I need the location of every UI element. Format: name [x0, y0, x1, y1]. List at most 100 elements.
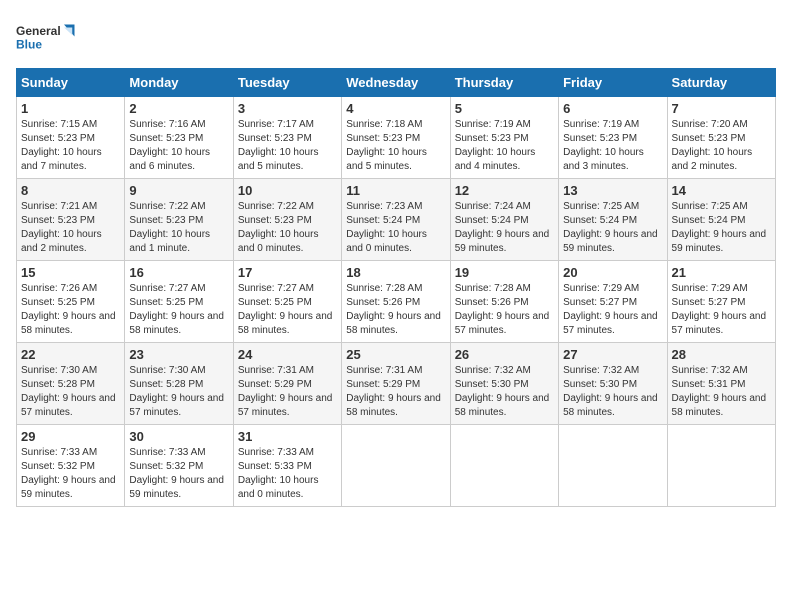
- day-number: 4: [346, 101, 445, 116]
- day-number: 22: [21, 347, 120, 362]
- day-number: 9: [129, 183, 228, 198]
- calendar-cell: 31 Sunrise: 7:33 AMSunset: 5:33 PMDaylig…: [233, 425, 341, 507]
- calendar-cell: 3 Sunrise: 7:17 AMSunset: 5:23 PMDayligh…: [233, 97, 341, 179]
- calendar-cell: 24 Sunrise: 7:31 AMSunset: 5:29 PMDaylig…: [233, 343, 341, 425]
- calendar-cell: 30 Sunrise: 7:33 AMSunset: 5:32 PMDaylig…: [125, 425, 233, 507]
- day-number: 20: [563, 265, 662, 280]
- day-info: Sunrise: 7:15 AMSunset: 5:23 PMDaylight:…: [21, 119, 102, 172]
- day-number: 19: [455, 265, 554, 280]
- day-info: Sunrise: 7:30 AMSunset: 5:28 PMDaylight:…: [21, 365, 116, 418]
- calendar-week-2: 8 Sunrise: 7:21 AMSunset: 5:23 PMDayligh…: [17, 179, 776, 261]
- day-number: 15: [21, 265, 120, 280]
- day-info: Sunrise: 7:25 AMSunset: 5:24 PMDaylight:…: [672, 201, 767, 254]
- calendar-cell: 10 Sunrise: 7:22 AMSunset: 5:23 PMDaylig…: [233, 179, 341, 261]
- calendar-cell: 25 Sunrise: 7:31 AMSunset: 5:29 PMDaylig…: [342, 343, 450, 425]
- day-info: Sunrise: 7:28 AMSunset: 5:26 PMDaylight:…: [346, 283, 441, 336]
- calendar-cell: [450, 425, 558, 507]
- day-info: Sunrise: 7:16 AMSunset: 5:23 PMDaylight:…: [129, 119, 210, 172]
- day-info: Sunrise: 7:28 AMSunset: 5:26 PMDaylight:…: [455, 283, 550, 336]
- day-number: 25: [346, 347, 445, 362]
- day-number: 26: [455, 347, 554, 362]
- col-header-friday: Friday: [559, 69, 667, 97]
- day-number: 3: [238, 101, 337, 116]
- day-info: Sunrise: 7:17 AMSunset: 5:23 PMDaylight:…: [238, 119, 319, 172]
- logo: General Blue: [16, 16, 76, 60]
- calendar-week-4: 22 Sunrise: 7:30 AMSunset: 5:28 PMDaylig…: [17, 343, 776, 425]
- calendar-week-5: 29 Sunrise: 7:33 AMSunset: 5:32 PMDaylig…: [17, 425, 776, 507]
- day-number: 7: [672, 101, 771, 116]
- calendar-cell: 14 Sunrise: 7:25 AMSunset: 5:24 PMDaylig…: [667, 179, 775, 261]
- day-number: 11: [346, 183, 445, 198]
- calendar-cell: 16 Sunrise: 7:27 AMSunset: 5:25 PMDaylig…: [125, 261, 233, 343]
- day-info: Sunrise: 7:19 AMSunset: 5:23 PMDaylight:…: [455, 119, 536, 172]
- day-number: 18: [346, 265, 445, 280]
- day-number: 12: [455, 183, 554, 198]
- calendar-cell: [342, 425, 450, 507]
- calendar-cell: 7 Sunrise: 7:20 AMSunset: 5:23 PMDayligh…: [667, 97, 775, 179]
- calendar-cell: 17 Sunrise: 7:27 AMSunset: 5:25 PMDaylig…: [233, 261, 341, 343]
- day-info: Sunrise: 7:19 AMSunset: 5:23 PMDaylight:…: [563, 119, 644, 172]
- calendar-cell: 21 Sunrise: 7:29 AMSunset: 5:27 PMDaylig…: [667, 261, 775, 343]
- col-header-thursday: Thursday: [450, 69, 558, 97]
- day-number: 14: [672, 183, 771, 198]
- day-number: 28: [672, 347, 771, 362]
- calendar-week-3: 15 Sunrise: 7:26 AMSunset: 5:25 PMDaylig…: [17, 261, 776, 343]
- day-number: 10: [238, 183, 337, 198]
- day-info: Sunrise: 7:31 AMSunset: 5:29 PMDaylight:…: [346, 365, 441, 418]
- day-number: 13: [563, 183, 662, 198]
- day-info: Sunrise: 7:27 AMSunset: 5:25 PMDaylight:…: [238, 283, 333, 336]
- day-number: 5: [455, 101, 554, 116]
- day-info: Sunrise: 7:18 AMSunset: 5:23 PMDaylight:…: [346, 119, 427, 172]
- col-header-saturday: Saturday: [667, 69, 775, 97]
- calendar-cell: 22 Sunrise: 7:30 AMSunset: 5:28 PMDaylig…: [17, 343, 125, 425]
- day-number: 1: [21, 101, 120, 116]
- day-info: Sunrise: 7:33 AMSunset: 5:32 PMDaylight:…: [129, 447, 224, 500]
- day-info: Sunrise: 7:26 AMSunset: 5:25 PMDaylight:…: [21, 283, 116, 336]
- day-info: Sunrise: 7:33 AMSunset: 5:33 PMDaylight:…: [238, 447, 319, 500]
- day-info: Sunrise: 7:27 AMSunset: 5:25 PMDaylight:…: [129, 283, 224, 336]
- day-info: Sunrise: 7:31 AMSunset: 5:29 PMDaylight:…: [238, 365, 333, 418]
- calendar-week-1: 1 Sunrise: 7:15 AMSunset: 5:23 PMDayligh…: [17, 97, 776, 179]
- col-header-tuesday: Tuesday: [233, 69, 341, 97]
- col-header-wednesday: Wednesday: [342, 69, 450, 97]
- day-info: Sunrise: 7:32 AMSunset: 5:30 PMDaylight:…: [455, 365, 550, 418]
- day-info: Sunrise: 7:29 AMSunset: 5:27 PMDaylight:…: [672, 283, 767, 336]
- day-info: Sunrise: 7:23 AMSunset: 5:24 PMDaylight:…: [346, 201, 427, 254]
- calendar-cell: 27 Sunrise: 7:32 AMSunset: 5:30 PMDaylig…: [559, 343, 667, 425]
- calendar-cell: 29 Sunrise: 7:33 AMSunset: 5:32 PMDaylig…: [17, 425, 125, 507]
- day-info: Sunrise: 7:29 AMSunset: 5:27 PMDaylight:…: [563, 283, 658, 336]
- calendar-cell: 19 Sunrise: 7:28 AMSunset: 5:26 PMDaylig…: [450, 261, 558, 343]
- day-info: Sunrise: 7:24 AMSunset: 5:24 PMDaylight:…: [455, 201, 550, 254]
- calendar-cell: 4 Sunrise: 7:18 AMSunset: 5:23 PMDayligh…: [342, 97, 450, 179]
- calendar-cell: 2 Sunrise: 7:16 AMSunset: 5:23 PMDayligh…: [125, 97, 233, 179]
- calendar-cell: 5 Sunrise: 7:19 AMSunset: 5:23 PMDayligh…: [450, 97, 558, 179]
- day-info: Sunrise: 7:33 AMSunset: 5:32 PMDaylight:…: [21, 447, 116, 500]
- day-number: 8: [21, 183, 120, 198]
- day-number: 23: [129, 347, 228, 362]
- day-number: 16: [129, 265, 228, 280]
- day-number: 21: [672, 265, 771, 280]
- calendar-cell: 6 Sunrise: 7:19 AMSunset: 5:23 PMDayligh…: [559, 97, 667, 179]
- calendar-table: SundayMondayTuesdayWednesdayThursdayFrid…: [16, 68, 776, 507]
- calendar-cell: 28 Sunrise: 7:32 AMSunset: 5:31 PMDaylig…: [667, 343, 775, 425]
- page-header: General Blue: [16, 16, 776, 60]
- day-info: Sunrise: 7:21 AMSunset: 5:23 PMDaylight:…: [21, 201, 102, 254]
- calendar-cell: 1 Sunrise: 7:15 AMSunset: 5:23 PMDayligh…: [17, 97, 125, 179]
- day-number: 17: [238, 265, 337, 280]
- day-number: 27: [563, 347, 662, 362]
- calendar-cell: 26 Sunrise: 7:32 AMSunset: 5:30 PMDaylig…: [450, 343, 558, 425]
- calendar-cell: 15 Sunrise: 7:26 AMSunset: 5:25 PMDaylig…: [17, 261, 125, 343]
- calendar-cell: 18 Sunrise: 7:28 AMSunset: 5:26 PMDaylig…: [342, 261, 450, 343]
- day-info: Sunrise: 7:32 AMSunset: 5:31 PMDaylight:…: [672, 365, 767, 418]
- day-info: Sunrise: 7:22 AMSunset: 5:23 PMDaylight:…: [238, 201, 319, 254]
- svg-text:General: General: [16, 24, 61, 38]
- calendar-cell: 20 Sunrise: 7:29 AMSunset: 5:27 PMDaylig…: [559, 261, 667, 343]
- calendar-cell: 12 Sunrise: 7:24 AMSunset: 5:24 PMDaylig…: [450, 179, 558, 261]
- day-info: Sunrise: 7:32 AMSunset: 5:30 PMDaylight:…: [563, 365, 658, 418]
- calendar-cell: 9 Sunrise: 7:22 AMSunset: 5:23 PMDayligh…: [125, 179, 233, 261]
- col-header-monday: Monday: [125, 69, 233, 97]
- day-info: Sunrise: 7:30 AMSunset: 5:28 PMDaylight:…: [129, 365, 224, 418]
- day-info: Sunrise: 7:25 AMSunset: 5:24 PMDaylight:…: [563, 201, 658, 254]
- calendar-cell: 23 Sunrise: 7:30 AMSunset: 5:28 PMDaylig…: [125, 343, 233, 425]
- calendar-cell: [559, 425, 667, 507]
